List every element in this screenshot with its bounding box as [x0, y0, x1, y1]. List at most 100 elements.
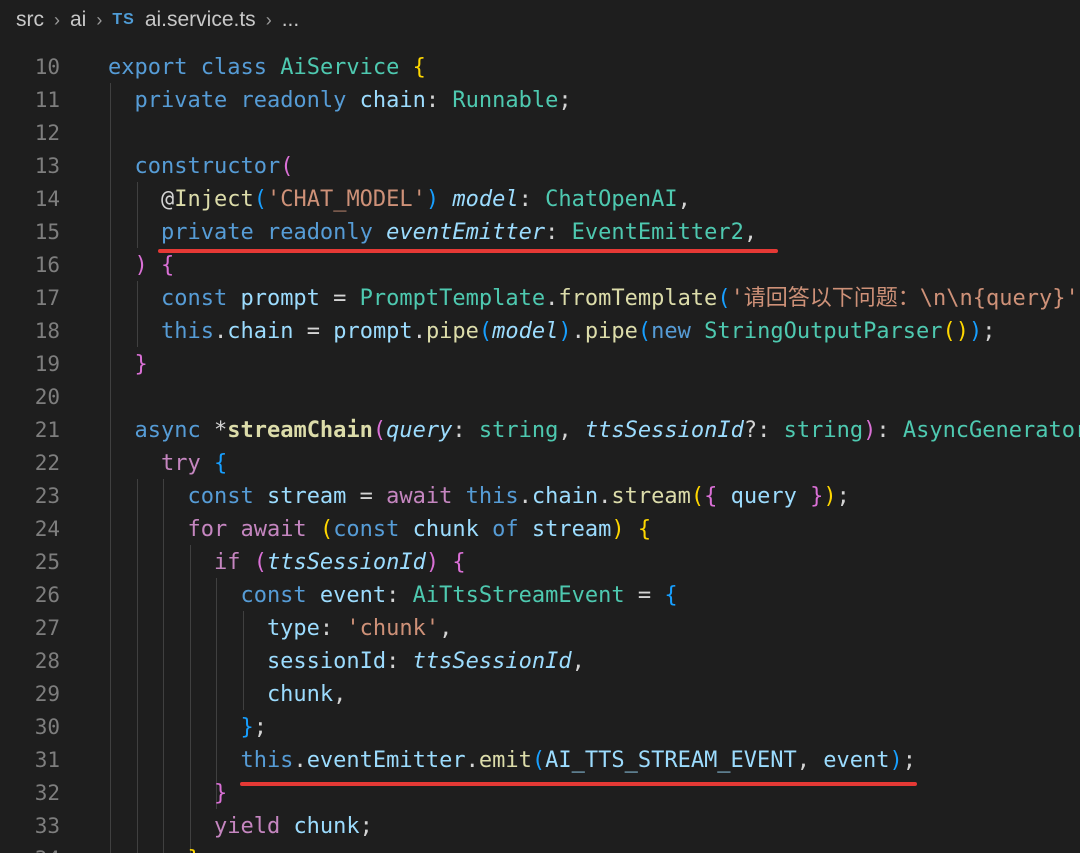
code-line[interactable]: 23 const stream = await this.chain.strea… [0, 480, 1080, 513]
code-line[interactable]: 14 @Inject('CHAT_MODEL') model: ChatOpen… [0, 183, 1080, 216]
code-token: } [108, 715, 254, 740]
breadcrumb-symbol-ellipsis[interactable]: ... [282, 8, 300, 32]
line-number: 26 [34, 583, 60, 607]
code-text: this.eventEmitter.emit(AI_TTS_STREAM_EVE… [108, 744, 916, 777]
code-token: this [108, 748, 294, 773]
code-token: ( [690, 484, 705, 509]
code-token: 'chunk' [346, 616, 440, 641]
code-token: ( [372, 418, 387, 443]
code-text: async *streamChain(query: string, ttsSes… [108, 414, 1080, 447]
code-token: ) [863, 418, 877, 443]
code-line[interactable]: 24 for await (const chunk of stream) { [0, 513, 1080, 546]
code-token: chunk [293, 814, 360, 839]
code-token: ) [889, 748, 903, 773]
code-line[interactable]: 11 private readonly chain: Runnable; [0, 84, 1080, 117]
code-token: { [452, 550, 466, 575]
line-number: 29 [34, 682, 60, 706]
code-token: chain [359, 88, 426, 113]
code-line[interactable]: 10 export class AiService { [0, 51, 1080, 84]
code-token: ) [558, 319, 572, 344]
code-token: readonly [240, 88, 360, 113]
code-token: ) [425, 550, 453, 575]
breadcrumb-folder-src[interactable]: src [16, 8, 44, 32]
code-token: chunk [412, 517, 493, 542]
code-token: yield [108, 814, 294, 839]
code-editor[interactable]: 10 export class AiService {11 private rea… [0, 50, 1080, 853]
code-token: EventEmitter2 [571, 220, 744, 245]
code-token: ( [319, 517, 334, 542]
breadcrumb: src › ai › TS ai.service.ts › ... [0, 0, 1080, 40]
code-line[interactable]: 34 } [0, 843, 1080, 853]
code-token: Inject [174, 187, 254, 212]
code-text: yield chunk; [108, 810, 373, 843]
code-token: { [704, 484, 731, 509]
code-token: prompt [240, 286, 334, 311]
code-token: pipe [425, 319, 479, 344]
code-token: @ [108, 187, 175, 212]
code-token: 'CHAT_MODEL' [266, 187, 426, 212]
line-number: 24 [34, 517, 60, 541]
code-token: eventEmitter [386, 220, 546, 245]
code-token: model [492, 319, 559, 344]
code-token: AsyncGenerator [902, 418, 1080, 443]
code-line[interactable]: 16 ) { [0, 249, 1080, 282]
code-token: ( [531, 748, 546, 773]
code-token: = [306, 319, 334, 344]
breadcrumb-file[interactable]: ai.service.ts [145, 8, 256, 32]
code-token: ; [902, 748, 917, 773]
code-token: stream [531, 517, 612, 542]
code-text: ) { [108, 249, 174, 282]
code-line[interactable]: 26 const event: AiTtsStreamEvent = { [0, 579, 1080, 612]
code-token: . [412, 319, 426, 344]
code-token: type [108, 616, 320, 641]
code-token: emit [478, 748, 532, 773]
code-line[interactable]: 28 sessionId: ttsSessionId, [0, 645, 1080, 678]
code-token: ( [253, 187, 267, 212]
code-line[interactable]: 18 this.chain = prompt.pipe(model).pipe(… [0, 315, 1080, 348]
code-token: ( [717, 286, 731, 311]
code-line[interactable]: 21 async *streamChain(query: string, tts… [0, 414, 1080, 447]
line-number: 23 [34, 484, 60, 508]
code-token: readonly [266, 220, 387, 245]
code-token: . [598, 484, 612, 509]
code-token: : [876, 418, 903, 443]
code-line[interactable]: 19 } [0, 348, 1080, 381]
code-text: for await (const chunk of stream) { [108, 513, 651, 546]
code-token: . [571, 319, 585, 344]
code-token: stream [611, 484, 691, 509]
code-token: : [452, 418, 479, 443]
code-token: : [545, 220, 572, 245]
breadcrumb-folder-ai[interactable]: ai [70, 8, 86, 32]
code-line[interactable]: 27 type: 'chunk', [0, 612, 1080, 645]
code-line[interactable]: 33 yield chunk; [0, 810, 1080, 843]
code-token: : [518, 187, 546, 212]
code-text: const event: AiTtsStreamEvent = { [108, 579, 677, 612]
code-line[interactable]: 30 }; [0, 711, 1080, 744]
code-token: ChatOpenAI [545, 187, 678, 212]
line-number: 25 [34, 550, 60, 574]
code-line[interactable]: 12 [0, 117, 1080, 150]
code-token: ; [253, 715, 267, 740]
code-line[interactable]: 22 try { [0, 447, 1080, 480]
code-line[interactable]: 31 this.eventEmitter.emit(AI_TTS_STREAM_… [0, 744, 1080, 777]
code-token: chain [531, 484, 599, 509]
code-token: PromptTemplate [359, 286, 546, 311]
code-text: }; [108, 711, 267, 744]
code-line[interactable]: 20 [0, 381, 1080, 414]
code-line[interactable]: 25 if (ttsSessionId) { [0, 546, 1080, 579]
code-token: ?: [743, 418, 784, 443]
code-token: await [386, 484, 466, 509]
code-token: () [942, 319, 970, 344]
code-line[interactable]: 13 constructor( [0, 150, 1080, 183]
code-line[interactable]: 29 chunk, [0, 678, 1080, 711]
code-text: @Inject('CHAT_MODEL') model: ChatOpenAI, [108, 183, 691, 216]
code-token: } [108, 847, 200, 853]
code-token: chain [227, 319, 307, 344]
code-line[interactable]: 15 private readonly eventEmitter: EventE… [0, 216, 1080, 249]
code-token: private [108, 220, 267, 245]
code-token: chunk [108, 682, 334, 707]
line-number: 32 [34, 781, 60, 805]
line-number: 10 [34, 55, 60, 79]
code-line[interactable]: 17 const prompt = PromptTemplate.fromTem… [0, 282, 1080, 315]
